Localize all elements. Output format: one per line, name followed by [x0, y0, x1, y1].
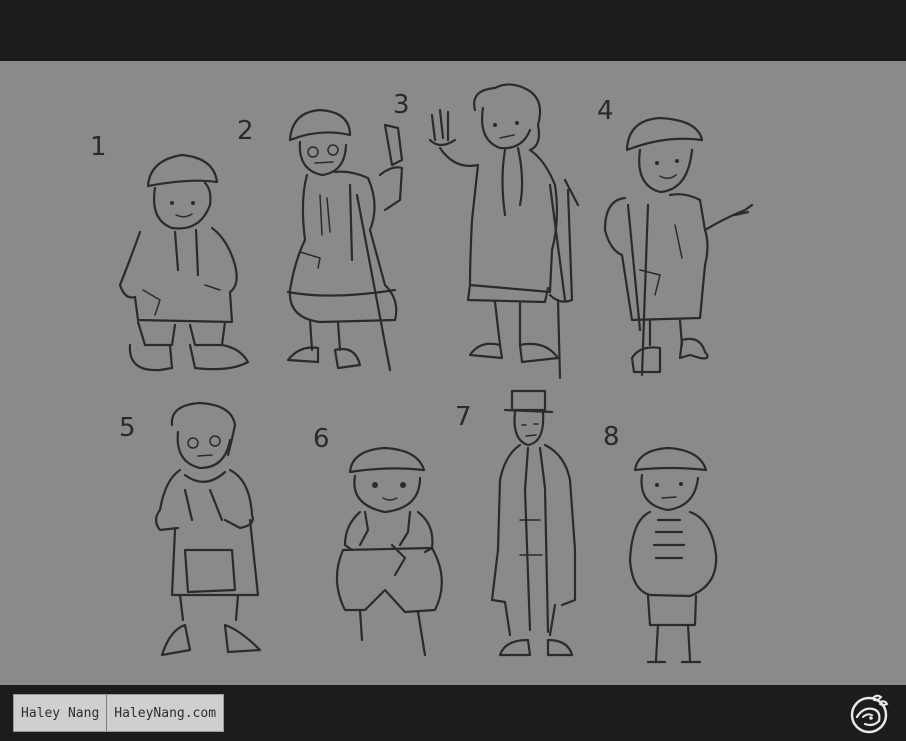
character-sketches: 1 2 3 4 5 6 7 8: [90, 83, 754, 664]
character-sketch-2: [286, 108, 404, 372]
credit-badge: Haley Nang HaleyNang.com: [13, 694, 225, 732]
character-sketch-3: [428, 83, 580, 380]
artist-website[interactable]: HaleyNang.com: [107, 695, 223, 731]
sketch-canvas: 1 2 3 4 5 6 7 8: [0, 61, 906, 685]
sketch-number-7: 7: [455, 402, 472, 432]
sketch-number-5: 5: [119, 413, 136, 443]
sketch-number-2: 2: [237, 116, 254, 146]
character-sketch-6: [335, 446, 443, 657]
sketch-number-3: 3: [393, 90, 410, 120]
character-sketch-8: [628, 446, 718, 664]
character-sketch-7: [490, 389, 577, 657]
sketch-number-8: 8: [603, 422, 620, 452]
artist-name: Haley Nang: [21, 705, 100, 721]
bottom-bar: Haley Nang HaleyNang.com: [0, 685, 906, 741]
top-bar: [0, 0, 906, 61]
studio-logo-icon: [850, 694, 889, 734]
character-sketch-5: [154, 401, 262, 657]
sketch-number-4: 4: [597, 96, 614, 126]
character-sketch-1: [118, 153, 250, 372]
sketch-number-6: 6: [313, 424, 330, 454]
sketch-number-1: 1: [90, 132, 107, 162]
character-sketch-4: [603, 116, 754, 377]
